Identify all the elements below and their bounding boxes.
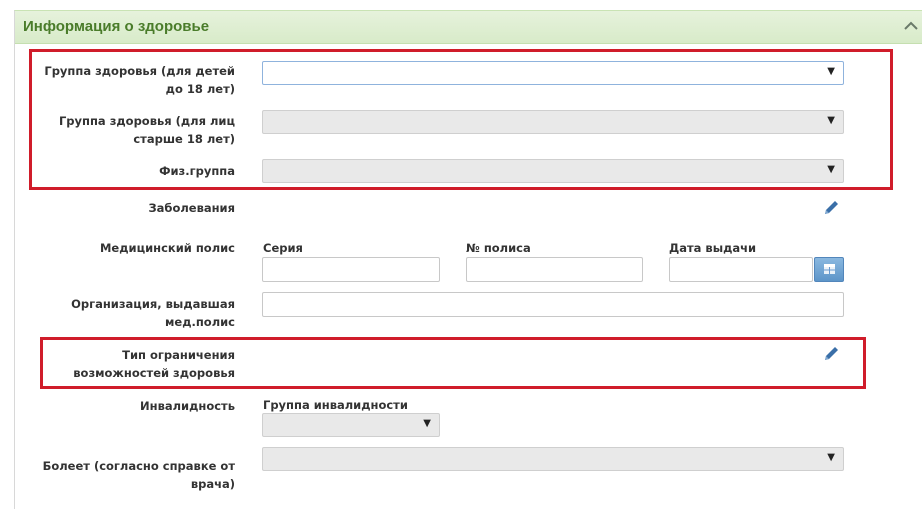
sick-certificate-select[interactable]: ▼ <box>262 447 844 471</box>
disability-group-label: Группа инвалидности <box>263 398 408 412</box>
edit-diseases-pencil-icon[interactable] <box>822 199 840 217</box>
policy-issue-date-input[interactable] <box>669 257 813 282</box>
med-policy-label: Медицинский полис <box>99 241 235 255</box>
dropdown-arrow-icon: ▼ <box>423 418 431 429</box>
disability-group-select[interactable]: ▼ <box>262 413 440 437</box>
calendar-button[interactable] <box>814 257 844 282</box>
panel-header[interactable]: Информация о здоровье <box>15 11 922 44</box>
highlight-box-limitation <box>40 337 866 389</box>
policy-number-input[interactable] <box>466 257 643 282</box>
disability-label: Инвалидность <box>140 399 235 413</box>
panel-title: Информация о здоровье <box>23 18 210 35</box>
policy-series-input[interactable] <box>262 257 440 282</box>
dropdown-arrow-icon: ▼ <box>827 452 835 463</box>
issuing-org-input[interactable] <box>262 292 844 317</box>
policy-number-label: № полиса <box>466 241 531 255</box>
calendar-icon <box>824 264 835 274</box>
policy-issue-date-label: Дата выдачи <box>669 241 757 255</box>
chevron-up-icon[interactable] <box>903 18 919 34</box>
highlight-box-health-groups <box>29 49 893 190</box>
issuing-org-label: Организация, выдавшая мед.полис <box>71 297 235 329</box>
diseases-label: Заболевания <box>148 201 235 215</box>
sick-certificate-label: Болеет (согласно справке от врача) <box>42 459 235 491</box>
policy-series-label: Серия <box>263 241 303 255</box>
